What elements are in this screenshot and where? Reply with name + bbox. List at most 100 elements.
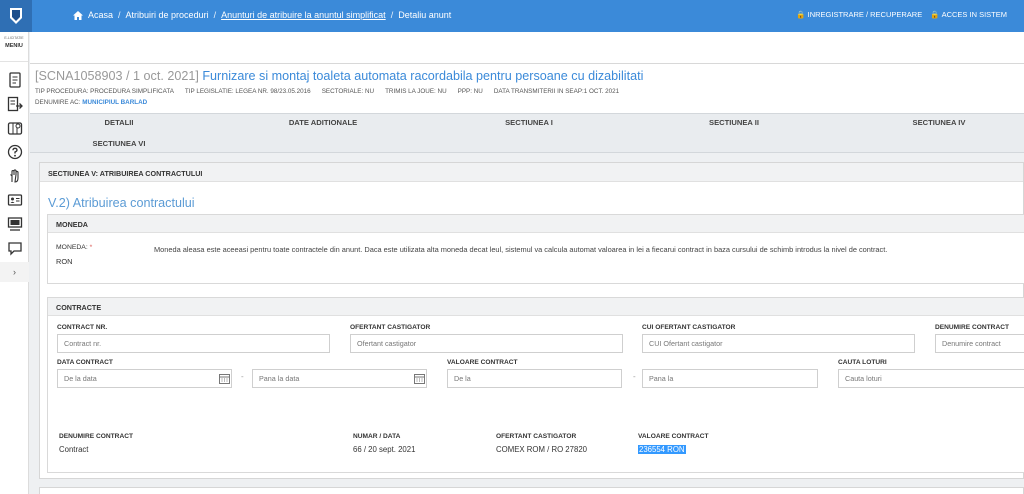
menu-brand: E-LICITATIE [4, 36, 24, 40]
data-contract-label: DATA CONTRACT [57, 359, 113, 366]
notice-header: [SCNA1058903 / 1 oct. 2021] Furnizare si… [30, 64, 1024, 113]
sidebar-item-chat[interactable] [0, 236, 29, 260]
toolbar-strip [30, 32, 1024, 64]
auth-links: 🔒 INREGISTRARE / RECUPERARE 🔒 ACCES IN SIS… [796, 10, 1007, 19]
range-separator: - [633, 372, 636, 381]
contracting-authority: DENUMIRE AC: MUNICIPIUL BARLAD [35, 99, 147, 106]
meta-tip-legislatie: TIP LEGISLATIE: LEGEA NR. 98/23.05.2016 [184, 88, 311, 95]
contracte-heading: CONTRACTE [48, 298, 1024, 316]
login-link[interactable]: 🔒 ACCES IN SISTEM [930, 10, 1007, 19]
tab-sectiunea-vi[interactable]: SECTIUNEA VI [93, 139, 146, 148]
ac-value-link[interactable]: MUNICIPIUL BARLAD [82, 99, 147, 106]
home-icon [73, 10, 83, 20]
range-separator: - [241, 372, 244, 381]
chevron-right-icon: › [13, 267, 16, 277]
breadcrumb-separator: / [213, 10, 217, 20]
data-to-input[interactable] [252, 369, 427, 388]
hand-icon [9, 169, 19, 183]
sidebar-item-hand[interactable] [0, 164, 29, 188]
sidebar-item-presentation[interactable] [0, 212, 29, 236]
menu-label: MENIU [5, 43, 23, 49]
top-bar: Acasa / Atribuiri de proceduri / Anuntur… [0, 0, 1024, 32]
shield-logo-icon [10, 8, 22, 24]
denumire-input[interactable] [935, 334, 1024, 353]
result-denumire[interactable]: Contract [59, 445, 88, 454]
contracte-panel: CONTRACTE CONTRACT NR. OFERTANT CASTIGAT… [47, 297, 1024, 473]
login-label: ACCES IN SISTEM [941, 10, 1007, 19]
data-from-input[interactable] [57, 369, 232, 388]
result-header-denumire: DENUMIRE CONTRACT [59, 433, 133, 440]
help-icon [7, 144, 22, 160]
result-header-numar: NUMAR / DATA [353, 433, 401, 440]
ofertant-input[interactable] [350, 334, 623, 353]
sidebar-item-map[interactable] [0, 116, 29, 140]
moneda-panel: MONEDA MONEDA: * RON Moneda aleasa este … [47, 214, 1024, 284]
ofertant-label: OFERTANT CASTIGATOR [350, 324, 431, 331]
sidebar: E-LICITATIE MENIU › [0, 32, 29, 494]
calendar-icon[interactable] [414, 374, 425, 384]
moneda-value: RON [56, 257, 73, 266]
section-heading: SECTIUNEA V: ATRIBUIREA CONTRACTULUI [40, 163, 1023, 182]
presentation-icon [7, 217, 22, 231]
sidebar-expand-button[interactable]: › [0, 262, 29, 282]
tab-sectiunea-i[interactable]: SECTIUNEA I [505, 118, 553, 127]
loturi-label: CAUTA LOTURI [838, 359, 887, 366]
tab-date-aditionale[interactable]: DATE ADITIONALE [289, 118, 357, 127]
breadcrumb-separator: / [118, 10, 121, 20]
valoare-to-input[interactable] [642, 369, 818, 388]
calendar-icon[interactable] [219, 374, 230, 384]
moneda-heading: MONEDA [48, 215, 1024, 233]
meta-sectoriale: SECTORIALE: NU [321, 88, 375, 95]
valoare-from-input[interactable] [447, 369, 622, 388]
app-logo[interactable] [0, 0, 32, 32]
moneda-description: Moneda aleasa este aceeasi pentru toate … [154, 245, 888, 254]
moneda-label: MONEDA: * [56, 244, 92, 251]
contract-nr-label: CONTRACT NR. [57, 324, 108, 331]
breadcrumb-home[interactable]: Acasa [88, 10, 113, 20]
meta-trimis-joue: TRIMIS LA JOUE: NU [385, 88, 447, 95]
meta-ppp: PPP: NU [457, 88, 483, 95]
meta-tip-procedura: TIP PROCEDURA: PROCEDURA SIMPLIFICATA [35, 88, 174, 95]
valoare-label: VALOARE CONTRACT [447, 359, 518, 366]
tab-detalii[interactable]: DETALII [105, 118, 134, 127]
result-header-ofertant: OFERTANT CASTIGATOR [496, 433, 577, 440]
lock-icon: 🔒 [930, 10, 940, 19]
contact-card-icon [7, 194, 22, 206]
sidebar-item-documents[interactable] [0, 68, 29, 92]
contract-nr-input[interactable] [57, 334, 330, 353]
breadcrumb-separator: / [390, 10, 394, 20]
denumire-label: DENUMIRE CONTRACT [935, 324, 1009, 331]
breadcrumb-atribuiri[interactable]: Atribuiri de proceduri [126, 10, 209, 20]
page-title: [SCNA1058903 / 1 oct. 2021] Furnizare si… [35, 69, 643, 83]
breadcrumb: Acasa / Atribuiri de proceduri / Anuntur… [73, 10, 451, 20]
cui-label: CUI OFERTANT CASTIGATOR [642, 324, 736, 331]
section-subtitle: V.2) Atribuirea contractului [48, 196, 195, 210]
result-numar: 66 / 20 sept. 2021 [353, 445, 416, 454]
section-tabs: DETALII DATE ADITIONALE SECTIUNEA I SECT… [30, 113, 1024, 153]
menu-button[interactable]: E-LICITATIE MENIU [0, 32, 28, 62]
register-label: INREGISTRARE / RECUPERARE [807, 10, 923, 19]
register-link[interactable]: 🔒 INREGISTRARE / RECUPERARE [796, 10, 922, 19]
map-icon [7, 122, 22, 135]
next-section-card [39, 487, 1024, 494]
lock-icon: 🔒 [796, 10, 806, 19]
result-header-valoare: VALOARE CONTRACT [638, 433, 709, 440]
breadcrumb-anunturi[interactable]: Anunturi de atribuire la anuntul simplif… [221, 10, 386, 20]
tab-sectiunea-iv[interactable]: SECTIUNEA IV [913, 118, 966, 127]
loturi-input[interactable] [838, 369, 1024, 388]
cui-input[interactable] [642, 334, 915, 353]
notice-title: Furnizare si montaj toaleta automata rac… [202, 69, 644, 83]
result-valoare: 236554 RON [638, 445, 686, 454]
ac-label: DENUMIRE AC: [35, 99, 81, 106]
moneda-label-text: MONEDA: [56, 244, 88, 251]
tab-sectiunea-ii[interactable]: SECTIUNEA II [709, 118, 759, 127]
sidebar-item-contacts[interactable] [0, 188, 29, 212]
document-icon [8, 72, 21, 88]
section-v-card: SECTIUNEA V: ATRIBUIREA CONTRACTULUI V.2… [39, 162, 1024, 479]
sidebar-item-export[interactable] [0, 92, 29, 116]
notice-meta: TIP PROCEDURA: PROCEDURA SIMPLIFICATA TI… [35, 88, 619, 95]
chat-icon [7, 242, 22, 256]
required-marker: * [89, 244, 93, 251]
export-icon [7, 96, 23, 112]
sidebar-item-help[interactable] [0, 140, 29, 164]
